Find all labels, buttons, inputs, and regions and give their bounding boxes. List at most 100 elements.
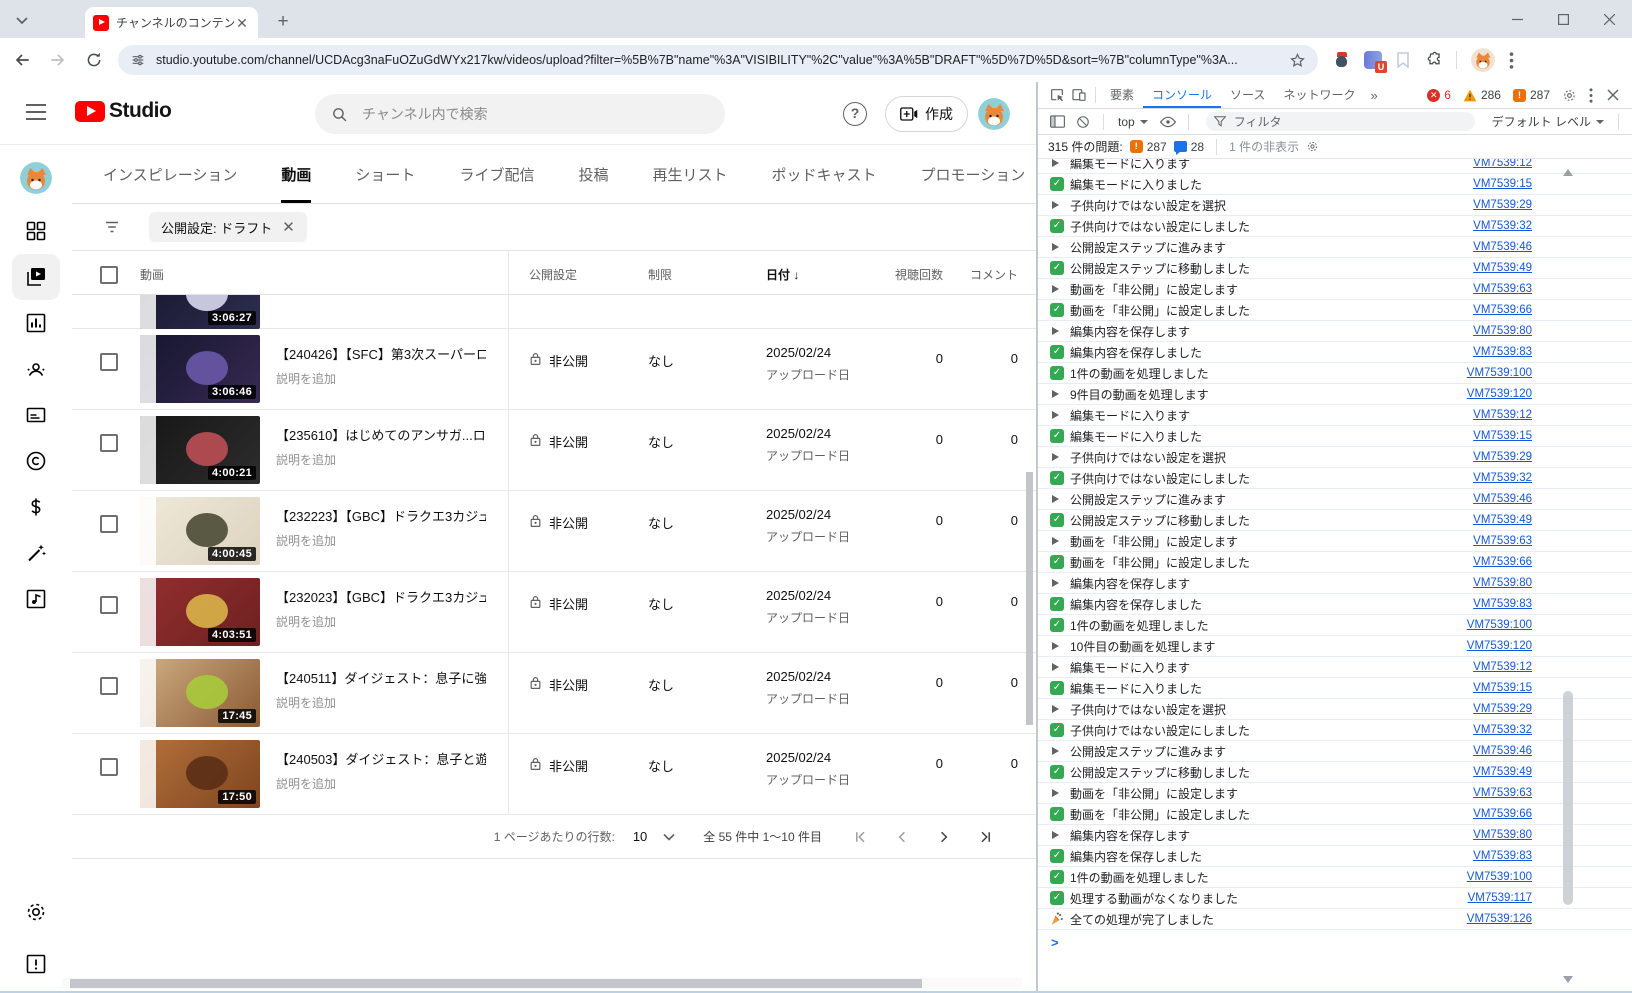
- console-source-link[interactable]: VM7539:15: [1473, 430, 1532, 442]
- console-scrollbar[interactable]: [1561, 165, 1576, 987]
- header-visibility[interactable]: 公開設定: [508, 251, 628, 294]
- console-source-link[interactable]: VM7539:15: [1473, 682, 1532, 694]
- console-source-link[interactable]: VM7539:83: [1473, 346, 1532, 358]
- console-message[interactable]: ✓ 子供向けではない設定を選択 VM7539:29: [1038, 699, 1632, 720]
- youtube-studio-logo[interactable]: Studio: [75, 99, 171, 123]
- profile-avatar[interactable]: [1471, 48, 1495, 72]
- reload-button[interactable]: [80, 46, 108, 74]
- tab-search-button[interactable]: [10, 10, 34, 32]
- chip-remove-icon[interactable]: ✕: [282, 218, 295, 236]
- expand-arrow-icon[interactable]: [1052, 201, 1059, 209]
- console-message[interactable]: ✓ 子供向けではない設定を選択 VM7539:29: [1038, 447, 1632, 468]
- add-description-link[interactable]: 説明を追加: [276, 451, 486, 468]
- console-message[interactable]: ✓ 編集内容を保存します VM7539:80: [1038, 573, 1632, 594]
- live-expression-eye-icon[interactable]: [1157, 112, 1179, 132]
- url-text[interactable]: studio.youtube.com/channel/UCDAcg3naFuOZ…: [156, 53, 1289, 67]
- filter-icon[interactable]: [103, 218, 121, 236]
- console-message[interactable]: ✓ 全ての処理が完了しました VM7539:126: [1038, 909, 1632, 930]
- console-source-link[interactable]: VM7539:66: [1473, 808, 1532, 820]
- context-selector[interactable]: top: [1113, 115, 1153, 129]
- sidebar-item-content[interactable]: [12, 254, 60, 300]
- hidden-messages-label[interactable]: 1 件の非表示: [1229, 138, 1299, 155]
- bookmark-star-icon[interactable]: [1289, 52, 1306, 69]
- console-source-link[interactable]: VM7539:100: [1467, 367, 1532, 379]
- scroll-down-icon[interactable]: [1563, 976, 1573, 983]
- console-sidebar-icon[interactable]: [1046, 112, 1068, 132]
- warning-count-badge[interactable]: 286: [1463, 88, 1501, 102]
- studio-tab-2[interactable]: ショート: [355, 146, 415, 203]
- back-button[interactable]: [8, 46, 36, 74]
- console-source-link[interactable]: VM7539:80: [1473, 325, 1532, 337]
- window-minimize-button[interactable]: [1494, 0, 1540, 38]
- video-thumbnail[interactable]: 3:06:27: [140, 295, 260, 329]
- visibility-label[interactable]: 非公開: [549, 513, 588, 532]
- console-source-link[interactable]: VM7539:49: [1473, 766, 1532, 778]
- studio-tab-0[interactable]: インスピレーション: [103, 146, 237, 203]
- add-description-link[interactable]: 説明を追加: [276, 775, 486, 792]
- console-message[interactable]: ✓ 編集モードに入りました VM7539:15: [1038, 426, 1632, 447]
- row-checkbox[interactable]: [100, 758, 118, 776]
- window-close-button[interactable]: [1586, 0, 1632, 38]
- console-source-link[interactable]: VM7539:12: [1473, 661, 1532, 673]
- add-description-link[interactable]: 説明を追加: [276, 694, 486, 711]
- add-description-link[interactable]: 説明を追加: [276, 370, 486, 387]
- devtools-settings-icon[interactable]: [1558, 85, 1580, 105]
- console-source-link[interactable]: VM7539:63: [1473, 787, 1532, 799]
- header-restrictions[interactable]: 制限: [628, 251, 748, 294]
- sidebar-item-analytics[interactable]: [12, 300, 60, 346]
- horizontal-scrollbar-thumb[interactable]: [70, 979, 922, 988]
- scroll-up-icon[interactable]: [1563, 169, 1573, 176]
- issues-bar-issues[interactable]: !287: [1130, 140, 1167, 154]
- console-message[interactable]: ✓ 子供向けではない設定にしました VM7539:32: [1038, 720, 1632, 741]
- visibility-label[interactable]: 非公開: [549, 594, 588, 613]
- console-source-link[interactable]: VM7539:63: [1473, 535, 1532, 547]
- console-source-link[interactable]: VM7539:100: [1467, 871, 1532, 883]
- studio-tab-6[interactable]: ポッドキャスト: [771, 146, 876, 203]
- header-comments[interactable]: コメント: [943, 251, 1018, 294]
- row-checkbox[interactable]: [100, 677, 118, 695]
- forward-button[interactable]: [44, 46, 72, 74]
- bird-extension-icon[interactable]: [1334, 52, 1350, 68]
- visibility-label[interactable]: 非公開: [549, 756, 588, 775]
- console-source-link[interactable]: VM7539:80: [1473, 577, 1532, 589]
- menu-hamburger-icon[interactable]: [26, 104, 46, 120]
- devtools-tab-2[interactable]: ソース: [1221, 82, 1274, 108]
- console-source-link[interactable]: VM7539:80: [1473, 829, 1532, 841]
- extensions-puzzle-icon[interactable]: [1424, 51, 1442, 69]
- account-avatar[interactable]: [978, 98, 1010, 130]
- console-source-link[interactable]: VM7539:29: [1473, 199, 1532, 211]
- header-video[interactable]: 動画: [140, 251, 508, 294]
- console-source-link[interactable]: VM7539:15: [1473, 178, 1532, 190]
- console-source-link[interactable]: VM7539:120: [1467, 388, 1532, 400]
- first-page-button[interactable]: [850, 827, 870, 847]
- devtools-tab-0[interactable]: 要素: [1101, 82, 1143, 108]
- console-message[interactable]: ✓ 公開設定ステップに移動しました VM7539:49: [1038, 258, 1632, 279]
- console-source-link[interactable]: VM7539:66: [1473, 556, 1532, 568]
- sidebar-item-subtitles[interactable]: [12, 392, 60, 438]
- console-message[interactable]: ✓ 1件の動画を処理しました VM7539:100: [1038, 867, 1632, 888]
- console-source-link[interactable]: VM7539:117: [1468, 892, 1532, 904]
- expand-arrow-icon[interactable]: [1052, 642, 1059, 650]
- expand-arrow-icon[interactable]: [1052, 537, 1059, 545]
- video-title[interactable]: 【240426】【SFC】第3次スーパーロ...: [276, 344, 486, 363]
- expand-arrow-icon[interactable]: [1052, 663, 1059, 671]
- error-count-badge[interactable]: ✕6: [1427, 88, 1451, 102]
- expand-arrow-icon[interactable]: [1052, 159, 1059, 167]
- console-message[interactable]: ✓ 編集モードに入りました VM7539:15: [1038, 174, 1632, 195]
- console-message[interactable]: ✓ 公開設定ステップに進みます VM7539:46: [1038, 489, 1632, 510]
- create-button[interactable]: 作成: [885, 96, 968, 132]
- console-source-link[interactable]: VM7539:46: [1473, 493, 1532, 505]
- expand-arrow-icon[interactable]: [1052, 411, 1059, 419]
- row-checkbox[interactable]: [100, 434, 118, 452]
- add-description-link[interactable]: 説明を追加: [276, 613, 486, 630]
- console-source-link[interactable]: VM7539:120: [1467, 640, 1532, 652]
- rows-per-page-select[interactable]: 10: [629, 829, 675, 844]
- console-message[interactable]: ✓ 編集内容を保存しました VM7539:83: [1038, 594, 1632, 615]
- console-message[interactable]: ✓ 10件目の動画を処理します VM7539:120: [1038, 636, 1632, 657]
- video-title[interactable]: 【232023】【GBC】ドラクエ3カジュ...: [276, 587, 486, 606]
- site-settings-icon[interactable]: [130, 52, 146, 68]
- console-message[interactable]: ✓ 公開設定ステップに進みます VM7539:46: [1038, 741, 1632, 762]
- bookmark-flag-extension-icon[interactable]: [1396, 52, 1410, 68]
- console-message[interactable]: ✓ 1件の動画を処理しました VM7539:100: [1038, 615, 1632, 636]
- console-message[interactable]: ✓ 公開設定ステップに進みます VM7539:46: [1038, 237, 1632, 258]
